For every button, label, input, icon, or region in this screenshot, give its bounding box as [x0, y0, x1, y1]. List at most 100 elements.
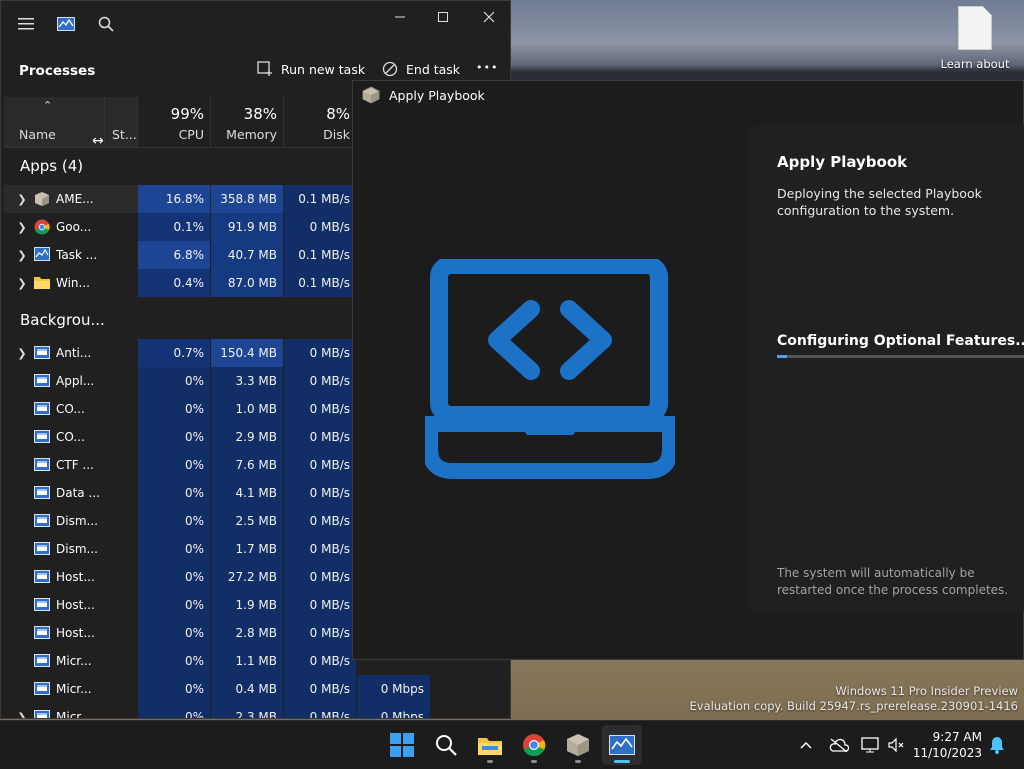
taskbar-chrome[interactable]	[514, 725, 554, 765]
volume-muted-icon[interactable]	[884, 721, 908, 769]
clock-time: 9:27 AM	[932, 730, 982, 744]
expand-chevron-icon[interactable]: ❯	[12, 347, 32, 360]
process-memory: 1.1 MB	[211, 647, 283, 675]
end-task-icon	[382, 61, 398, 77]
run-new-task-button[interactable]: Run new task	[257, 61, 365, 77]
minimize-button[interactable]	[377, 1, 423, 33]
process-name-cell: Dism...	[4, 507, 105, 535]
process-name-cell: ❯ Task ...	[4, 241, 105, 269]
close-button[interactable]	[466, 1, 510, 33]
process-memory: 3.3 MB	[211, 367, 283, 395]
process-cpu: 0%	[138, 675, 210, 703]
process-name-cell: Micr...	[4, 675, 105, 703]
process-name: AME...	[56, 192, 94, 206]
expand-chevron-icon[interactable]: ❯	[12, 711, 32, 719]
windows-watermark: Windows 11 Pro Insider Preview Evaluatio…	[690, 684, 1018, 714]
notification-bell-icon[interactable]	[986, 721, 1008, 769]
search-icon[interactable]	[86, 1, 126, 47]
process-name: Micr...	[56, 710, 92, 719]
apply-playbook-window: Apply Playbook Apply Playbook Deploying …	[352, 80, 1024, 660]
process-name: Host...	[56, 598, 95, 612]
file-explorer-icon	[478, 738, 502, 755]
process-name-cell: CO...	[4, 423, 105, 451]
column-name[interactable]: ⌃ Name	[4, 97, 105, 147]
process-disk: 0 MB/s	[284, 213, 356, 241]
taskbar: 9:27 AM 11/10/2023	[0, 720, 1024, 769]
page-title: Processes	[19, 63, 96, 79]
run-new-task-icon	[257, 61, 273, 77]
windows-logo-icon	[390, 733, 414, 757]
show-hidden-icons-chevron-up-icon[interactable]	[794, 721, 818, 769]
cpu-total: 99%	[170, 105, 204, 123]
desktop-file-icon[interactable]: Learn about	[940, 6, 1010, 71]
process-window-icon	[34, 597, 50, 613]
restart-note: The system will automatically be restart…	[777, 566, 1009, 597]
taskbar-ame-wizard[interactable]	[558, 725, 598, 765]
process-memory: 91.9 MB	[211, 213, 283, 241]
process-memory: 1.0 MB	[211, 395, 283, 423]
clock-date: 11/10/2023	[912, 746, 982, 760]
expand-chevron-icon[interactable]: ❯	[12, 277, 32, 290]
expand-chevron-icon[interactable]: ❯	[12, 249, 32, 262]
process-cpu: 0%	[138, 647, 210, 675]
expand-chevron-icon[interactable]: ❯	[12, 221, 32, 234]
progress-bar	[777, 355, 1024, 358]
background-process-row[interactable]: Micr... 0% 0.4 MB 0 MB/s 0 Mbps	[4, 675, 510, 703]
network-icon[interactable]	[858, 721, 882, 769]
process-cpu: 0%	[138, 367, 210, 395]
end-task-button[interactable]: End task	[382, 61, 460, 77]
process-memory: 0.4 MB	[211, 675, 283, 703]
process-window-icon	[34, 681, 50, 697]
maximize-button[interactable]	[420, 1, 466, 33]
process-name: CO...	[56, 430, 85, 444]
column-status[interactable]: St...	[105, 97, 138, 147]
process-name: CO...	[56, 402, 85, 416]
process-name-cell: ❯ Micr...	[4, 703, 105, 719]
process-cpu: 0.7%	[138, 339, 210, 367]
process-name: Dism...	[56, 542, 98, 556]
column-disk[interactable]: 8% Disk	[284, 97, 357, 147]
process-name-cell: ❯ Anti...	[4, 339, 105, 367]
system-clock[interactable]: 9:27 AM 11/10/2023	[913, 729, 982, 761]
document-icon	[958, 6, 992, 50]
column-memory-label: Memory	[226, 127, 277, 142]
process-window-icon	[34, 541, 50, 557]
taskbar-search-button[interactable]	[426, 725, 466, 765]
process-disk: 0 MB/s	[284, 591, 356, 619]
chrome-icon	[523, 734, 546, 757]
background-process-row[interactable]: ❯ Micr... 0% 2.3 MB 0 MB/s 0 Mbps	[4, 703, 510, 719]
process-memory: 1.7 MB	[211, 535, 283, 563]
taskbar-task-manager[interactable]	[602, 725, 642, 765]
start-button[interactable]	[382, 725, 422, 765]
process-window-icon	[34, 345, 50, 361]
process-disk: 0 MB/s	[284, 479, 356, 507]
column-memory[interactable]: 38% Memory	[211, 97, 284, 147]
process-disk: 0.1 MB/s	[284, 185, 356, 213]
process-name-cell: Data ...	[4, 479, 105, 507]
process-memory: 87.0 MB	[211, 269, 283, 297]
process-network: 0 Mbps	[357, 703, 430, 718]
process-name-cell: Host...	[4, 619, 105, 647]
process-name: Goo...	[56, 220, 92, 234]
expand-chevron-icon[interactable]: ❯	[12, 193, 32, 206]
process-name-cell: ❯ Win...	[4, 269, 105, 297]
column-name-label: Name	[19, 127, 56, 142]
process-cpu: 0%	[138, 423, 210, 451]
process-name: Host...	[56, 626, 95, 640]
process-window-icon	[34, 625, 50, 641]
process-memory: 150.4 MB	[211, 339, 283, 367]
process-name-cell: ❯ AME...	[4, 185, 105, 213]
playbook-status: Configuring Optional Features...	[777, 333, 1024, 349]
hamburger-menu-icon[interactable]	[6, 1, 46, 47]
process-memory: 2.3 MB	[211, 703, 283, 718]
chrome-icon	[34, 219, 50, 235]
taskbar-file-explorer[interactable]	[470, 725, 510, 765]
process-memory: 358.8 MB	[211, 185, 283, 213]
onedrive-offline-icon[interactable]	[826, 721, 852, 769]
process-disk: 0 MB/s	[284, 507, 356, 535]
column-cpu[interactable]: 99% CPU	[138, 97, 211, 147]
process-memory: 7.6 MB	[211, 451, 283, 479]
running-indicator	[575, 760, 581, 763]
task-manager-titlebar	[1, 1, 510, 47]
more-options-icon[interactable]: •••	[476, 61, 498, 74]
